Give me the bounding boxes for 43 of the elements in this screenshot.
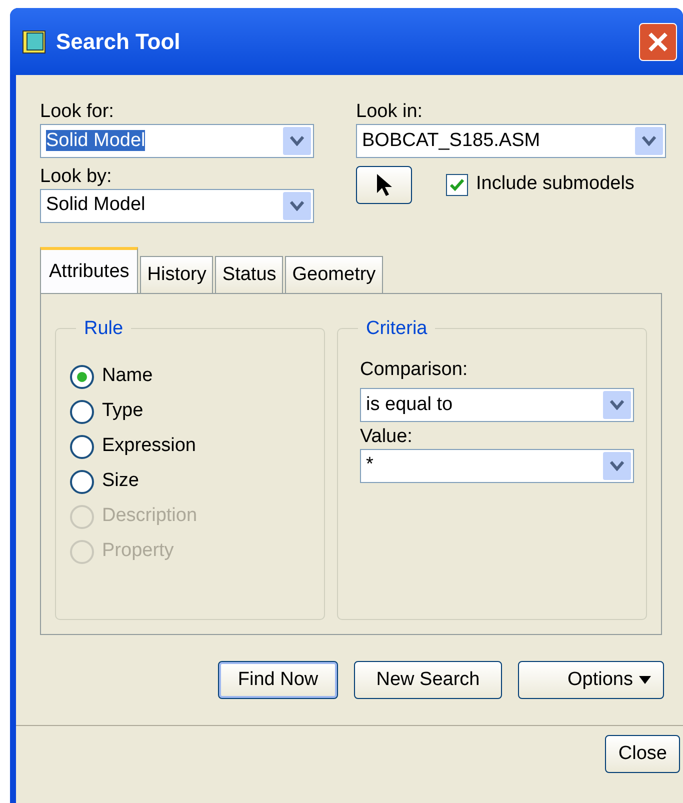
chevron-down-icon: [290, 136, 304, 146]
chevron-down-icon: [610, 400, 624, 410]
radio-button[interactable]: [70, 434, 94, 459]
radio-button[interactable]: [70, 364, 94, 389]
close-button[interactable]: Close: [605, 735, 680, 774]
chevron-down-icon: [642, 136, 656, 146]
tab[interactable]: Geometry: [285, 256, 383, 294]
button[interactable]: New Search: [354, 661, 502, 700]
window-icon: [22, 30, 46, 54]
window-title: Search Tool: [56, 28, 180, 56]
tab[interactable]: History: [140, 256, 214, 294]
radio-label: Type: [102, 400, 144, 423]
combo-box[interactable]: *: [360, 448, 634, 483]
cursor-icon: [375, 172, 393, 197]
checkbox-label: Include submodels: [476, 173, 634, 196]
tab[interactable]: Status: [215, 256, 284, 294]
pointer-button[interactable]: [356, 166, 412, 204]
button[interactable]: Options: [518, 661, 664, 700]
button[interactable]: Find Now: [218, 661, 338, 700]
radio-label: Description: [102, 505, 198, 528]
checkbox[interactable]: [446, 174, 468, 196]
check-icon: [449, 178, 465, 192]
radio-label: Property: [102, 540, 174, 563]
tab[interactable]: Attributes: [40, 246, 138, 294]
field-label: Look in:: [356, 101, 423, 124]
close-button[interactable]: [639, 22, 677, 60]
field-label: Value:: [360, 426, 412, 449]
radio-label: Size: [102, 470, 139, 493]
field-label: Look for:: [40, 101, 114, 124]
caret-down-icon: [639, 676, 651, 684]
radio-label: Expression: [102, 435, 196, 458]
radio-button[interactable]: [70, 470, 94, 494]
radio-label: Name: [102, 365, 153, 388]
chevron-down-icon: [610, 460, 624, 471]
combo-box[interactable]: Solid Model: [40, 188, 314, 223]
radio-button[interactable]: [70, 400, 94, 424]
combo-box[interactable]: Solid Model: [40, 124, 314, 158]
combo-box[interactable]: BOBCAT_S185.ASM: [356, 124, 666, 158]
field-label: Look by:: [40, 166, 112, 189]
combo-box[interactable]: is equal to: [360, 388, 634, 422]
chevron-down-icon: [290, 200, 304, 211]
field-label: Comparison:: [360, 359, 468, 382]
close-icon: [647, 30, 669, 52]
